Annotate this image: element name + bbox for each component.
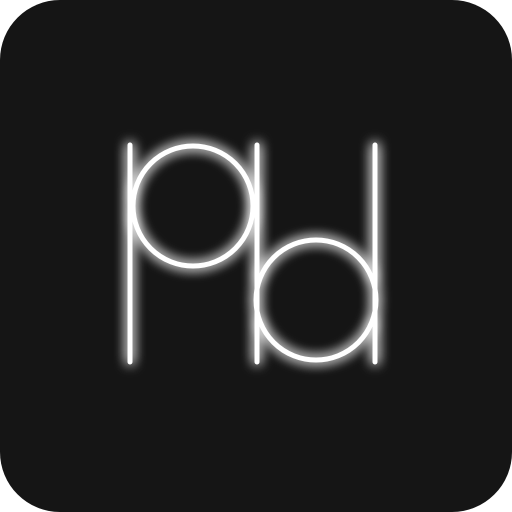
app-logo-icon xyxy=(127,142,379,365)
app-icon: Pd xyxy=(0,0,512,512)
